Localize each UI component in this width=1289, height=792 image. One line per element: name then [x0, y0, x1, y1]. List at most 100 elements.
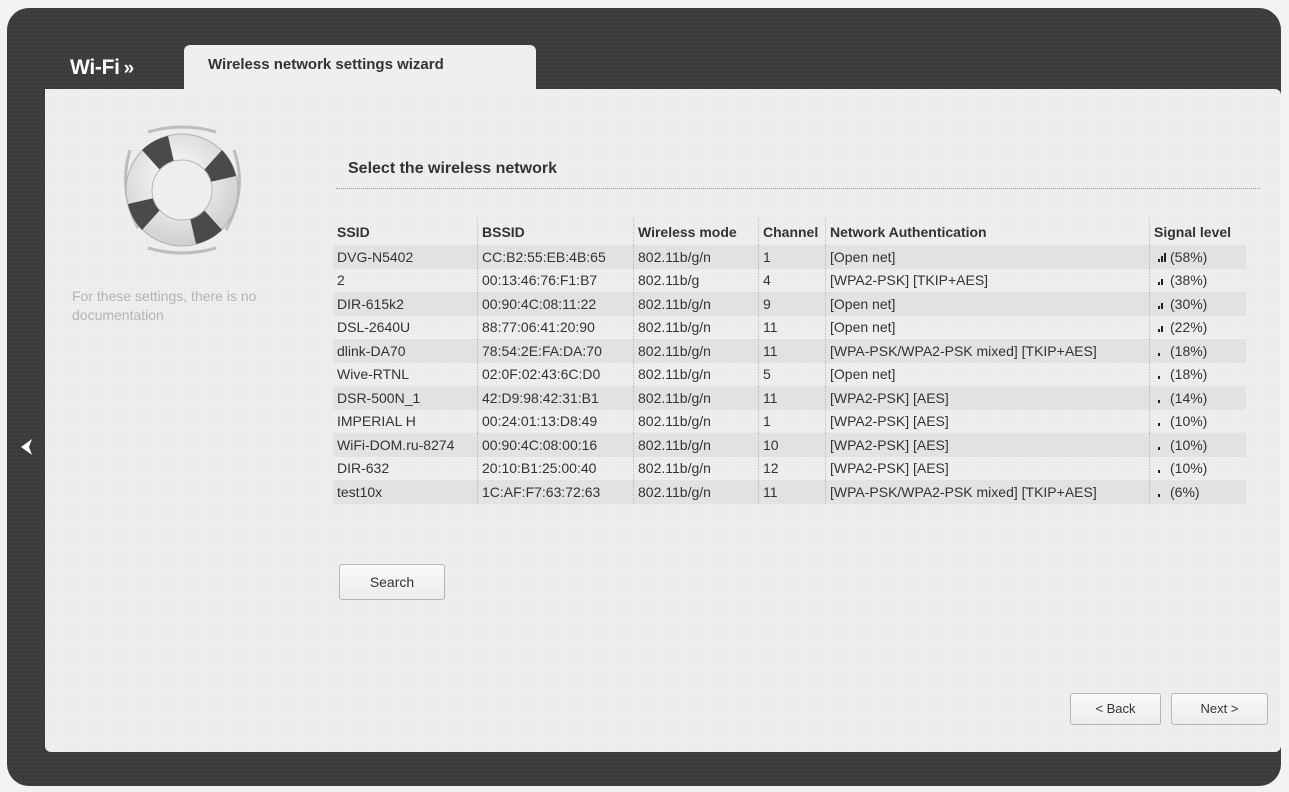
signal-bars-icon — [1158, 417, 1167, 427]
cell-bssid: 1C:AF:F7:63:72:63 — [477, 480, 634, 504]
signal-bars-icon — [1158, 370, 1167, 380]
cell-ssid: Wive-RTNL — [337, 366, 410, 383]
section-separator: » — [123, 58, 135, 79]
cell-signal: (22%) — [1149, 315, 1246, 339]
cell-channel: 10 — [758, 433, 826, 457]
cell-bssid: 00:90:4C:08:11:22 — [477, 292, 634, 316]
lifebuoy-icon — [124, 125, 241, 255]
cell-signal: (10%) — [1149, 433, 1246, 457]
cell-auth: [Open net] — [825, 292, 1150, 316]
cell-signal: (58%) — [1149, 245, 1246, 269]
table-header-row: SSID BSSID Wireless mode Channel Network… — [333, 218, 1246, 245]
signal-percent: (38%) — [1170, 272, 1208, 289]
heading-divider — [336, 188, 1260, 189]
table-row[interactable]: WiFi-DOM.ru-8274 00:90:4C:08:00:16 802.11b… — [333, 433, 1246, 457]
signal-percent: (58%) — [1170, 248, 1208, 265]
table-row[interactable]: DIR-615k2 00:90:4C:08:11:22 802.11b/g/n 9 [O… — [333, 292, 1246, 316]
cell-bssid: 78:54:2E:FA:DA:70 — [477, 339, 634, 363]
table-row[interactable]: DSR-500N_1 42:D9:98:42:31:B1 802.11b/g/n 11… — [333, 386, 1246, 410]
cell-auth: [Open net] — [825, 362, 1150, 386]
signal-percent: (6%) — [1170, 483, 1200, 500]
signal-bars-icon — [1158, 347, 1167, 356]
cell-mode: 802.11b/g/n — [633, 339, 759, 363]
cell-ssid: WiFi-DOM.ru-8274 — [333, 433, 478, 457]
networks-table: SSID BSSID Wireless mode Channel Network… — [333, 218, 1246, 504]
cell-ssid: DVG-N5402 — [333, 245, 478, 269]
table-row[interactable]: DVG-N5402 CC:B2:55:EB:4B:65 802.11b/g/n 1 [O… — [333, 245, 1246, 269]
cell-mode: 802.11b/g — [633, 268, 759, 292]
signal-bars-icon — [1158, 464, 1167, 474]
search-button[interactable]: Search — [339, 564, 445, 600]
cell-signal: (14%) — [1149, 386, 1246, 410]
column-header-bssid: BSSID — [477, 218, 634, 245]
cell-mode: 802.11b/g/n — [633, 433, 759, 457]
signal-percent: (18%) — [1170, 342, 1208, 359]
cell-ssid: DIR-632 — [337, 460, 390, 477]
back-button[interactable]: < Back — [1070, 693, 1161, 725]
cell-auth: [WPA2-PSK] [AES] — [825, 433, 1150, 457]
signal-bars-icon — [1158, 252, 1167, 262]
signal-bars-icon — [1158, 394, 1167, 403]
chevron-left-icon[interactable] — [16, 436, 38, 458]
signal-percent: (10%) — [1170, 436, 1208, 453]
column-header-auth: Network Authentication — [825, 218, 1150, 245]
table-row[interactable]: Wive-RTNL 02:0F:02:43:6C:D0 802.11b/g/n 5 [O… — [333, 362, 1246, 386]
cell-bssid: 42:D9:98:42:31:B1 — [477, 386, 634, 410]
cell-auth: [WPA2-PSK] [AES] — [825, 386, 1150, 410]
table-row[interactable]: dlink-DA70 78:54:2E:FA:DA:70 802.11b/g/n 11… — [333, 339, 1246, 363]
signal-bars-icon — [1158, 488, 1167, 497]
no-documentation-text: For these settings, there is no document… — [72, 288, 257, 323]
table-row[interactable]: DSL-2640U 88:77:06:41:20:90 802.11b/g/n 11[… — [333, 315, 1246, 339]
cell-channel: 5 — [758, 362, 826, 386]
cell-mode: 802.11b/g/n — [633, 409, 759, 433]
signal-bars-icon — [1158, 276, 1167, 286]
cell-mode: 802.11b/g/n — [633, 315, 759, 339]
cell-auth: [WPA2-PSK] [AES] — [825, 409, 1150, 433]
cell-ssid: dlink-DA70 — [333, 339, 478, 363]
page-title: Select the wireless network — [348, 160, 557, 177]
signal-percent: (22%) — [1170, 319, 1208, 336]
cell-channel: 12 — [758, 456, 826, 480]
cell-bssid: 00:90:4C:08:00:16 — [477, 433, 634, 457]
cell-signal: (10%) — [1149, 409, 1246, 433]
cell-channel: 11 — [758, 386, 826, 410]
cell-signal: (6%) — [1149, 480, 1246, 504]
table-row[interactable]: 2 00:13:46:76:F1:B7 802.11b/g 4 [WPA2-PSK] [… — [333, 268, 1246, 292]
cell-mode: 802.11b/g/n — [633, 362, 759, 386]
cell-ssid: DSR-500N_1 — [333, 386, 478, 410]
cell-auth: [WPA-PSK/WPA2-PSK mixed] [TKIP+AES] — [825, 480, 1150, 504]
cell-bssid: 88:77:06:41:20:90 — [477, 315, 634, 339]
cell-channel: 1 — [758, 409, 826, 433]
cell-mode: 802.11b/g/n — [633, 292, 759, 316]
cell-signal: (38%) — [1149, 268, 1246, 292]
table-row[interactable]: IMPERIAL H 00:24:01:13:D8:49 802.11b/g/n 1[… — [333, 409, 1246, 433]
cell-signal: (18%) — [1149, 362, 1246, 386]
cell-signal: (30%) — [1149, 292, 1246, 316]
cell-bssid: 00:13:46:76:F1:B7 — [477, 268, 634, 292]
cell-auth: [WPA2-PSK] [AES] — [825, 456, 1150, 480]
signal-percent: (18%) — [1170, 366, 1208, 383]
cell-mode: 802.11b/g/n — [633, 456, 759, 480]
cell-channel: 11 — [758, 480, 826, 504]
table-row[interactable]: DIR-632 20:10:B1:25:00:40 802.11b/g/n 12 [WP… — [333, 456, 1246, 480]
cell-channel: 4 — [758, 268, 826, 292]
signal-percent: (10%) — [1170, 413, 1208, 430]
next-button[interactable]: Next > — [1171, 693, 1268, 725]
signal-percent: (30%) — [1170, 295, 1208, 312]
cell-bssid: CC:B2:55:EB:4B:65 — [477, 245, 634, 269]
table-row[interactable]: test10x 1C:AF:F7:63:72:63 802.11b/g/n 11 [WP… — [333, 480, 1246, 504]
cell-channel: 11 — [758, 339, 826, 363]
cell-bssid: 00:24:01:13:D8:49 — [477, 409, 634, 433]
cell-channel: 1 — [758, 245, 826, 269]
tab-wireless-wizard[interactable]: Wireless network settings wizard — [184, 45, 536, 91]
cell-ssid: 2 — [337, 272, 345, 289]
signal-percent: (10%) — [1170, 460, 1208, 477]
section-title: Wi-Fi» — [70, 56, 134, 80]
signal-bars-icon — [1158, 323, 1167, 333]
cell-ssid: test10x — [333, 480, 478, 504]
cell-ssid: DIR-615k2 — [333, 292, 478, 316]
cell-mode: 802.11b/g/n — [633, 245, 759, 269]
cell-channel: 9 — [758, 292, 826, 316]
cell-bssid: 02:0F:02:43:6C:D0 — [477, 362, 634, 386]
cell-signal: (18%) — [1149, 339, 1246, 363]
